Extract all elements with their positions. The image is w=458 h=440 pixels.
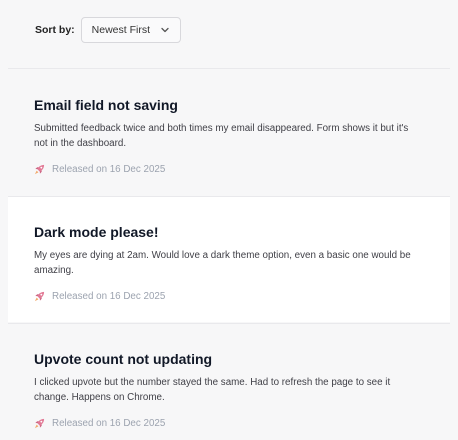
- feedback-title: Dark mode please!: [34, 224, 159, 240]
- rocket-icon: [34, 164, 45, 174]
- sort-dropdown[interactable]: Newest First: [80, 16, 182, 43]
- feedback-item[interactable]: Email field not saving Submitted feedbac…: [8, 69, 450, 195]
- feedback-item[interactable]: Upvote count not updating I clicked upvo…: [8, 324, 450, 440]
- release-date: Released on 16 Dec 2025: [52, 417, 166, 429]
- release-info: Released on 16 Dec 2025: [34, 289, 424, 303]
- chevron-down-icon: [161, 27, 169, 32]
- feedback-title: Upvote count not updating: [34, 351, 213, 367]
- sort-bar: Sort by: Newest First: [35, 16, 182, 43]
- sort-label: Sort by:: [35, 23, 75, 36]
- feedback-title: Email field not saving: [34, 97, 178, 113]
- feedback-item[interactable]: Dark mode please! My eyes are dying at 2…: [8, 197, 450, 322]
- rocket-icon: [34, 418, 45, 428]
- release-info: Released on 16 Dec 2025: [34, 416, 424, 430]
- feedback-body: I clicked upvote but the number stayed t…: [34, 377, 391, 403]
- feedback-body: My eyes are dying at 2am. Would love a d…: [34, 250, 411, 276]
- release-info: Released on 16 Dec 2025: [34, 162, 424, 176]
- rocket-icon: [34, 291, 45, 301]
- release-date: Released on 16 Dec 2025: [52, 290, 166, 302]
- sort-value: Newest First: [91, 23, 151, 36]
- release-date: Released on 16 Dec 2025: [52, 163, 166, 175]
- feedback-body: Submitted feedback twice and both times …: [34, 123, 409, 149]
